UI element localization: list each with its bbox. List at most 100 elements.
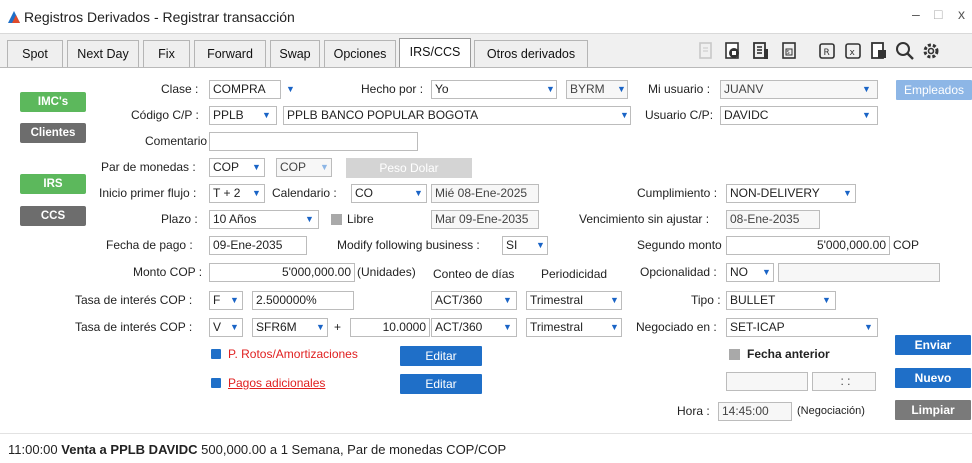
ccs-button[interactable]: CCS (20, 206, 86, 226)
status-time: 11:00:00 (8, 442, 58, 457)
chevron-down-icon[interactable]: ▼ (252, 188, 261, 198)
cp-name-select[interactable]: PPLB BANCO POPULAR BOGOTA (283, 106, 631, 125)
imcs-button[interactable]: IMC's (20, 92, 86, 112)
tasa-2-spread-input[interactable]: 10.0000 (350, 318, 430, 337)
negociado-select[interactable]: SET-ICAP (726, 318, 878, 337)
chevron-down-icon[interactable]: ▼ (230, 322, 239, 332)
enviar-button[interactable]: Enviar (895, 335, 971, 355)
chevron-down-icon[interactable]: ▼ (762, 267, 771, 277)
modify-label: Modify following business : (337, 238, 480, 252)
chevron-down-icon[interactable]: ▼ (286, 84, 295, 94)
comentario-label: Comentario : (145, 134, 214, 148)
chevron-down-icon[interactable]: ▼ (503, 295, 512, 305)
chevron-down-icon[interactable]: ▼ (862, 84, 871, 94)
maximize-button[interactable]: □ (934, 6, 942, 22)
chevron-down-icon[interactable]: ▼ (414, 188, 423, 198)
close-document-icon[interactable]: x (843, 41, 863, 61)
mi-usuario-label: Mi usuario : (648, 82, 711, 96)
clase-select[interactable]: COMPRA (209, 80, 281, 99)
segundo-monto-input[interactable]: 5'000,000.00 (726, 236, 890, 255)
tab-fix[interactable]: Fix (143, 40, 190, 67)
app-icon (8, 11, 20, 23)
fecha-inicio-field[interactable]: Mié 08-Ene-2025 (431, 184, 539, 203)
tasa-2-periodicidad-select[interactable]: Trimestral (526, 318, 622, 337)
editar-adicionales-button[interactable]: Editar (400, 374, 482, 394)
fecha-pago-input[interactable]: 09-Ene-2035 (209, 236, 307, 255)
chevron-down-icon[interactable]: ▼ (320, 162, 329, 172)
usuario-cp-select[interactable]: DAVIDC (720, 106, 878, 125)
tasa-1-periodicidad-select[interactable]: Trimestral (526, 291, 622, 310)
tab-forward[interactable]: Forward (194, 40, 266, 67)
chevron-down-icon[interactable]: ▼ (822, 295, 831, 305)
chevron-down-icon[interactable]: ▼ (546, 84, 555, 94)
calendario-label: Calendario : (272, 186, 337, 200)
chevron-down-icon[interactable]: ▼ (843, 188, 852, 198)
monto-cop-input[interactable]: 5'000,000.00 (209, 263, 355, 282)
hecho-por-select[interactable]: Yo (431, 80, 557, 99)
negociado-label: Negociado en : (636, 320, 717, 334)
tab-irs-ccs[interactable]: IRS/CCS (399, 38, 471, 67)
tasa-1-valor-input[interactable]: 2.500000% (252, 291, 354, 310)
adicionales-checkbox[interactable] (211, 378, 221, 388)
chevron-down-icon[interactable]: ▼ (862, 110, 871, 120)
tipo-select[interactable]: BULLET (726, 291, 836, 310)
editar-rotos-button[interactable]: Editar (400, 346, 482, 366)
fecha-anterior-checkbox[interactable] (729, 349, 740, 360)
vencimiento-field[interactable]: 08-Ene-2035 (726, 210, 820, 229)
tab-swap[interactable]: Swap (270, 40, 320, 67)
unidades-label: (Unidades) (357, 265, 416, 279)
opcionalidad-detail[interactable] (778, 263, 940, 282)
limpiar-button[interactable]: Limpiar (895, 400, 971, 420)
tab-opciones[interactable]: Opciones (324, 40, 396, 67)
chevron-down-icon[interactable]: ▼ (864, 322, 873, 332)
rotos-label: P. Rotos/Amortizaciones (228, 347, 358, 361)
hora-anterior-input[interactable]: : : (812, 372, 876, 391)
plazo-select[interactable]: 10 Años (209, 210, 319, 229)
tab-otros-derivados[interactable]: Otros derivados (474, 40, 588, 67)
mi-usuario-select[interactable]: JUANV (720, 80, 878, 99)
conteo-dias-label: Conteo de días (433, 267, 515, 281)
chevron-down-icon[interactable]: ▼ (316, 322, 325, 332)
clientes-button[interactable]: Clientes (20, 123, 86, 143)
comentario-input[interactable] (209, 132, 418, 151)
chevron-down-icon[interactable]: ▼ (536, 240, 545, 250)
report-r-icon[interactable]: R (817, 41, 837, 61)
chevron-down-icon[interactable]: ▼ (252, 162, 261, 172)
minimize-button[interactable]: – (912, 6, 920, 22)
hora-input[interactable]: 14:45:00 (718, 402, 792, 421)
negociacion-label: (Negociación) (797, 405, 865, 417)
peso-dolar-button[interactable]: Peso Dolar (346, 158, 472, 178)
chevron-down-icon[interactable]: ▼ (305, 214, 314, 224)
clase-label: Clase : (161, 82, 199, 96)
spreadsheet-document-icon[interactable]: S (779, 41, 799, 61)
empleados-button[interactable]: Empleados (896, 80, 972, 100)
gear-icon[interactable] (921, 41, 941, 61)
irs-button[interactable]: IRS (20, 174, 86, 194)
pdf-document-icon[interactable] (723, 41, 743, 61)
par-monedas-label: Par de monedas : (101, 160, 196, 174)
nuevo-button[interactable]: Nuevo (895, 368, 971, 388)
fecha-anterior-input[interactable] (726, 372, 808, 391)
search-icon[interactable] (895, 41, 915, 61)
chevron-down-icon[interactable]: ▼ (610, 322, 619, 332)
periodicidad-label: Periodicidad (541, 267, 608, 281)
cumplimiento-select[interactable]: NON-DELIVERY (726, 184, 856, 203)
chevron-down-icon[interactable]: ▼ (503, 322, 512, 332)
fecha-anterior-label: Fecha anterior (747, 347, 830, 361)
libre-checkbox[interactable] (331, 214, 342, 225)
rotos-checkbox[interactable] (211, 349, 221, 359)
chevron-down-icon[interactable]: ▼ (617, 84, 626, 94)
fecha-fin-field[interactable]: Mar 09-Ene-2035 (431, 210, 539, 229)
chevron-down-icon[interactable]: ▼ (262, 110, 271, 120)
chevron-down-icon[interactable]: ▼ (230, 295, 239, 305)
tab-next-day[interactable]: Next Day (67, 40, 139, 67)
print-document-icon[interactable] (869, 41, 889, 61)
status-message: 11:00:00 Venta a PPLB DAVIDC 500,000.00 … (8, 442, 506, 457)
plus-sign: + (334, 320, 342, 334)
tab-spot[interactable]: Spot (7, 40, 63, 67)
chevron-down-icon[interactable]: ▼ (620, 110, 629, 120)
chevron-down-icon[interactable]: ▼ (610, 295, 619, 305)
close-button[interactable]: x (958, 6, 965, 22)
document-icon[interactable] (696, 41, 716, 61)
list-document-icon[interactable] (751, 41, 771, 61)
